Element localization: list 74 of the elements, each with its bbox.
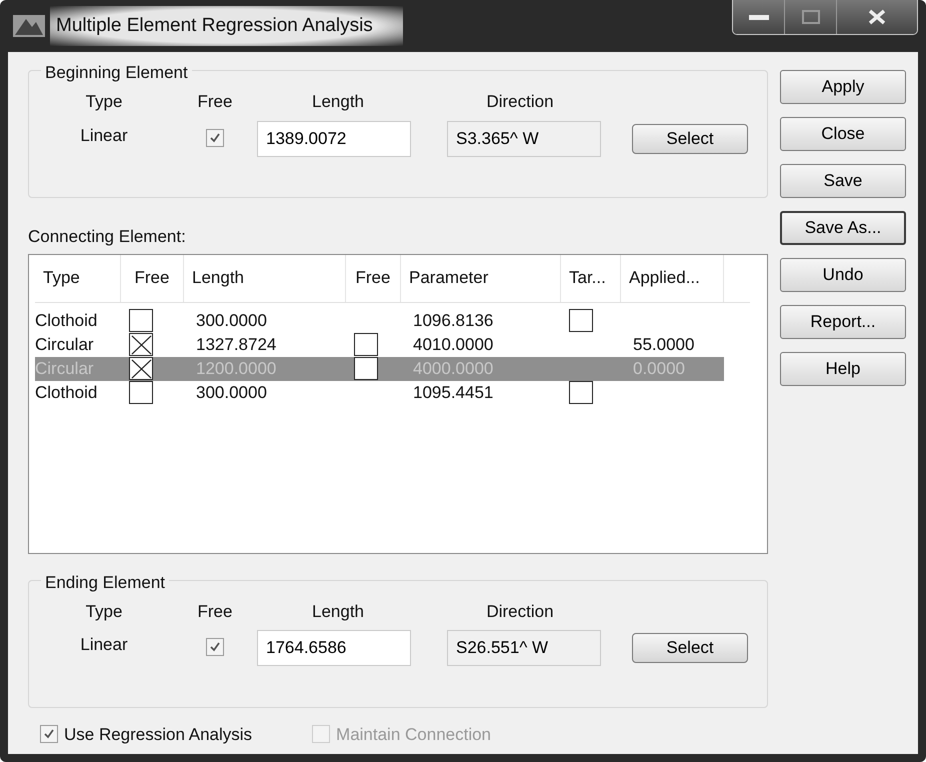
column-label: Direction: [485, 91, 555, 113]
check-icon: [209, 132, 221, 144]
dialog-button[interactable]: Save: [780, 164, 906, 198]
column-header[interactable]: Free: [346, 254, 401, 302]
column-header[interactable]: Type: [35, 254, 121, 302]
length-field[interactable]: 1764.6586: [257, 630, 411, 666]
column-label: Direction: [485, 600, 555, 622]
checkbox[interactable]: [354, 357, 378, 380]
dialog-button[interactable]: Help: [780, 352, 906, 386]
dialog-button[interactable]: Undo: [780, 258, 906, 292]
checkbox[interactable]: [40, 725, 58, 744]
select-button[interactable]: Select: [632, 633, 748, 663]
checkbox-label: Maintain Connection: [336, 724, 492, 746]
table-cell-text: Circular: [35, 358, 94, 380]
column-header[interactable]: Free: [121, 254, 184, 302]
checkbox[interactable]: [129, 309, 153, 332]
checkbox[interactable]: [129, 333, 153, 356]
app-icon: [12, 13, 46, 39]
check-icon: [43, 728, 55, 740]
checkbox[interactable]: [569, 309, 593, 332]
cross-icon: [130, 358, 152, 378]
dialog-button[interactable]: Apply: [780, 70, 906, 104]
minimize-icon: [748, 13, 768, 21]
dialog-button[interactable]: Save As...: [780, 211, 906, 245]
table-cell-text: 55.0000: [633, 334, 694, 356]
table-cell-text: Clothoid: [35, 310, 98, 332]
check-icon: [209, 641, 221, 654]
column-label: Free: [196, 91, 234, 113]
checkbox[interactable]: [354, 333, 378, 356]
type-value: Linear: [79, 634, 129, 656]
column-header[interactable]: Applied...: [621, 254, 724, 302]
select-button[interactable]: Select: [632, 124, 748, 154]
table-cell-text: 4010.0000: [413, 334, 494, 356]
minimize-button[interactable]: [733, 0, 785, 34]
direction-field[interactable]: S26.551^ W: [447, 630, 601, 666]
checkbox-label: Use Regression Analysis: [64, 724, 252, 746]
checkbox[interactable]: [129, 357, 153, 380]
cross-icon: [130, 334, 152, 354]
table-cell-text: Circular: [35, 334, 94, 356]
table-cell-text: 1095.4451: [413, 382, 494, 404]
column-header[interactable]: Parameter: [401, 254, 561, 302]
table-cell-text: 1327.8724: [196, 334, 276, 356]
column-label: Type: [84, 91, 124, 113]
list-label: Connecting Element:: [28, 226, 187, 248]
dialog-button[interactable]: Report...: [780, 305, 906, 339]
type-value: Linear: [79, 124, 129, 146]
table-cell-text: 1200.0000: [196, 358, 276, 380]
list-row[interactable]: Circular 1327.8724 4010.0000 55.0000: [35, 332, 724, 356]
checkbox[interactable]: [569, 381, 593, 404]
table-cell-text: 4000.0000: [413, 358, 494, 380]
table-cell-text: 300.0000: [196, 310, 267, 332]
column-label: Free: [196, 600, 234, 622]
column-label: Length: [311, 91, 365, 113]
column-label: Length: [311, 600, 365, 622]
window-title: Multiple Element Regression Analysis: [50, 6, 403, 46]
list-row[interactable]: Clothoid 300.0000 1096.8136: [35, 308, 724, 332]
table-cell-text: 1096.8136: [413, 310, 494, 332]
maximize-icon: [802, 10, 820, 24]
column-header[interactable]: Tar...: [561, 254, 621, 302]
free-checkbox[interactable]: [206, 638, 224, 656]
table-cell-text: 300.0000: [196, 382, 267, 404]
column-header[interactable]: Length: [184, 254, 346, 302]
length-field[interactable]: 1389.0072: [257, 120, 411, 156]
dialog-button[interactable]: Close: [780, 117, 906, 151]
free-checkbox[interactable]: [206, 128, 224, 147]
close-icon: [867, 8, 887, 26]
table-cell-text: Clothoid: [35, 382, 98, 404]
checkbox[interactable]: [129, 381, 153, 404]
column-label: Type: [84, 600, 124, 622]
close-button[interactable]: [837, 0, 917, 34]
maximize-button[interactable]: [785, 0, 837, 34]
list-row[interactable]: Clothoid 300.0000 1095.4451: [35, 380, 724, 404]
direction-field[interactable]: S3.365^ W: [447, 120, 601, 156]
table-cell-text: 0.0000: [633, 358, 685, 380]
